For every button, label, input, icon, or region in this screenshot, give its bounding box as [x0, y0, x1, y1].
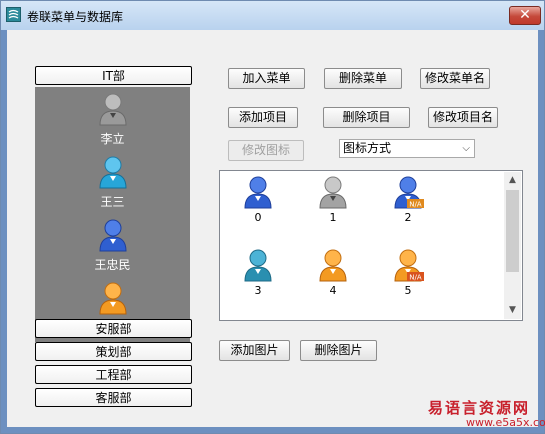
group-item-label: 王忠民 — [94, 258, 131, 272]
group-panel-it: 李立 王三 王忠民 ▼ — [35, 87, 190, 342]
group-header-5[interactable]: 客服部 — [35, 388, 192, 407]
orange-user-na-icon: N/A — [394, 249, 424, 282]
title-bar: 卷联菜单与数据库 ✕ — [1, 1, 544, 30]
icon-index-label: 1 — [329, 211, 337, 224]
na-badge: N/A — [409, 274, 422, 282]
group-item-user-2[interactable]: 王三 — [35, 155, 190, 215]
icon-index-label: 0 — [254, 211, 262, 224]
app-icon — [6, 7, 21, 22]
group-item-label: 李立 — [100, 132, 125, 146]
orange-user-icon — [99, 282, 127, 315]
icon-index-label: 5 — [404, 284, 412, 297]
group-header-4[interactable]: 工程部 — [35, 365, 192, 384]
blue-user-na-icon: N/A — [394, 176, 424, 209]
icon-list-item[interactable]: N/A 2 — [383, 175, 433, 225]
icon-listbox[interactable]: 0 1 N/A 2 3 4 N/A 5 ▲ ▼ — [219, 170, 523, 321]
icon-mode-select[interactable]: 图标方式 ⌵ — [339, 139, 475, 158]
icon-list-item[interactable]: 4 — [308, 248, 358, 298]
icon-list-item[interactable]: 1 — [308, 175, 358, 225]
chevron-down-icon: ⌵ — [462, 143, 470, 154]
icon-list-item[interactable]: 3 — [233, 248, 283, 298]
icon-mode-value: 图标方式 — [343, 141, 392, 155]
window-title: 卷联菜单与数据库 — [27, 10, 124, 24]
add-item-button[interactable]: 添加项目 — [228, 107, 298, 128]
blue-user-icon — [99, 219, 127, 252]
teal-user-icon — [244, 249, 272, 282]
gray-user-icon — [99, 93, 127, 126]
add-menu-button[interactable]: 加入菜单 — [228, 68, 305, 89]
orange-user-icon — [319, 249, 347, 282]
na-badge: N/A — [409, 201, 422, 209]
scroll-down-arrow[interactable]: ▼ — [504, 302, 521, 319]
icon-index-label: 3 — [254, 284, 262, 297]
group-header-2[interactable]: 安服部 — [35, 319, 192, 338]
delete-image-button[interactable]: 删除图片 — [300, 340, 377, 361]
add-image-button[interactable]: 添加图片 — [219, 340, 290, 361]
delete-item-button[interactable]: 删除项目 — [323, 107, 410, 128]
blue-user-icon — [244, 176, 272, 209]
scroll-thumb[interactable] — [506, 190, 519, 272]
scroll-up-arrow[interactable]: ▲ — [504, 172, 521, 189]
close-button[interactable]: ✕ — [509, 6, 541, 25]
group-item-label: 王三 — [100, 195, 125, 209]
change-icon-button[interactable]: 修改图标 — [228, 140, 304, 161]
group-item-user-3[interactable]: 王忠民 — [35, 218, 190, 278]
listbox-scrollbar[interactable]: ▲ ▼ — [504, 172, 521, 319]
rename-menu-button[interactable]: 修改菜单名 — [420, 68, 490, 89]
rename-item-button[interactable]: 修改项目名 — [428, 107, 498, 128]
group-item-user-1[interactable]: 李立 — [35, 92, 190, 152]
icon-index-label: 4 — [329, 284, 337, 297]
group-header-3[interactable]: 策划部 — [35, 342, 192, 361]
icon-list-item[interactable]: 0 — [233, 175, 283, 225]
delete-menu-button[interactable]: 删除菜单 — [324, 68, 402, 89]
watermark-url: www.e5a5x.com — [466, 416, 545, 429]
icon-list-item[interactable]: N/A 5 — [383, 248, 433, 298]
gray-user-icon — [319, 176, 347, 209]
icon-index-label: 2 — [404, 211, 412, 224]
watermark-text: 易语言资源网 — [428, 399, 531, 417]
teal-user-icon — [99, 156, 127, 189]
group-header-it[interactable]: IT部 — [35, 66, 192, 85]
